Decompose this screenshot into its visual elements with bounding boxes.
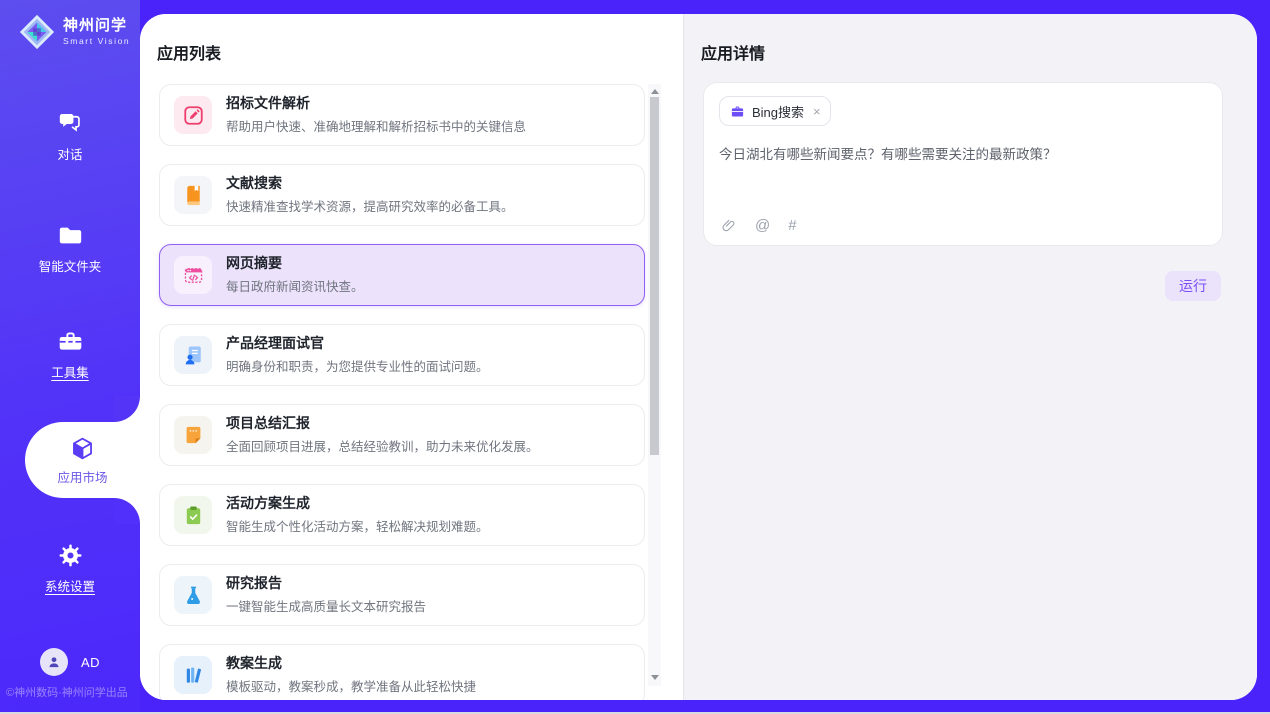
books-icon xyxy=(174,656,212,694)
app-desc: 全面回顾项目进展，总结经验教训，助力未来优化发展。 xyxy=(226,436,539,455)
attachment-icon[interactable] xyxy=(720,217,737,234)
sidebar-item-settings[interactable]: 系统设置 xyxy=(0,542,140,595)
user-name: AD xyxy=(81,655,100,670)
app-desc: 快速精准查找学术资源，提高研究效率的必备工具。 xyxy=(226,196,514,215)
flask-icon xyxy=(174,576,212,614)
app-card-literature-search[interactable]: 文献搜索 快速精准查找学术资源，提高研究效率的必备工具。 xyxy=(159,164,645,226)
app-card-event-plan[interactable]: 活动方案生成 智能生成个性化活动方案，轻松解决规划难题。 xyxy=(159,484,645,546)
scrollbar-down-arrow-icon[interactable] xyxy=(651,675,659,680)
logo-subtitle: Smart Vision xyxy=(63,36,130,46)
app-name: 活动方案生成 xyxy=(226,495,489,513)
query-text[interactable]: 今日湖北有哪些新闻要点？有哪些需要关注的最新政策？ xyxy=(719,143,1207,163)
app-list-panel: 应用列表 招标文件解析 帮助用户快速、准确地理解和解析招标书中的关键信息 xyxy=(140,14,683,700)
app-card-lesson-plan[interactable]: 教案生成 模板驱动，教案秒成，教学准备从此轻松快捷 xyxy=(159,644,645,700)
app-detail-panel: 应用详情 Bing搜索 × 今日湖北有哪些新闻要点？有哪些需要关注的最新政策？ … xyxy=(683,14,1257,700)
app-desc: 智能生成个性化活动方案，轻松解决规划难题。 xyxy=(226,516,489,535)
avatar xyxy=(40,648,68,676)
app-name: 教案生成 xyxy=(226,655,476,673)
composer-toolbar: @ # xyxy=(720,217,797,234)
tool-tag-bing-search[interactable]: Bing搜索 × xyxy=(719,96,831,126)
app-card-bid-parse[interactable]: 招标文件解析 帮助用户快速、准确地理解和解析招标书中的关键信息 xyxy=(159,84,645,146)
app-name: 网页摘要 xyxy=(226,255,364,273)
app-desc: 明确身份和职责，为您提供专业性的面试问题。 xyxy=(226,356,489,375)
sidebar-item-label: 工具集 xyxy=(51,362,89,381)
browser-code-icon xyxy=(174,256,212,294)
person-icon xyxy=(46,654,62,670)
bubble-curve-bottom xyxy=(114,498,140,524)
mention-icon[interactable]: @ xyxy=(755,217,770,234)
logo-text: 神州问学 Smart Vision xyxy=(63,18,130,47)
sidebar-item-chat[interactable]: 对话 xyxy=(0,110,140,163)
app-detail-title: 应用详情 xyxy=(701,40,765,64)
folder-icon xyxy=(57,222,84,249)
list-scrollbar[interactable] xyxy=(648,84,661,686)
prompt-composer[interactable]: Bing搜索 × 今日湖北有哪些新闻要点？有哪些需要关注的最新政策？ @ # xyxy=(703,82,1223,246)
note-icon xyxy=(174,416,212,454)
clipboard-check-icon xyxy=(174,496,212,534)
app-name: 文献搜索 xyxy=(226,175,514,193)
content-surface: 应用列表 招标文件解析 帮助用户快速、准确地理解和解析招标书中的关键信息 xyxy=(140,14,1257,700)
app-name: 招标文件解析 xyxy=(226,95,526,113)
chat-icon xyxy=(57,110,84,137)
edit-square-icon xyxy=(174,96,212,134)
interviewer-icon xyxy=(174,336,212,374)
user-account[interactable]: AD xyxy=(0,648,140,676)
sidebar-item-toolset[interactable]: 工具集 xyxy=(0,328,140,381)
tool-tag-remove-icon[interactable]: × xyxy=(813,104,821,119)
sidebar-item-label: 系统设置 xyxy=(45,576,95,595)
app-card-web-summary-selected[interactable]: 网页摘要 每日政府新闻资讯快查。 xyxy=(159,244,645,306)
hashtag-icon[interactable]: # xyxy=(788,217,796,234)
app-card-research-report[interactable]: 研究报告 一键智能生成高质量长文本研究报告 xyxy=(159,564,645,626)
gear-icon xyxy=(57,542,84,569)
app-cards: 招标文件解析 帮助用户快速、准确地理解和解析招标书中的关键信息 文献搜索 快速精… xyxy=(159,84,645,700)
sidebar-item-smart-folder[interactable]: 智能文件夹 xyxy=(0,222,140,275)
scrollbar-up-arrow-icon[interactable] xyxy=(651,89,659,94)
app-list-title: 应用列表 xyxy=(157,40,221,64)
logo-diamond-icon xyxy=(18,13,56,51)
sidebar-item-label: 应用市场 xyxy=(57,467,107,486)
book-icon xyxy=(174,176,212,214)
copyright-text: ©神州数码·神州问学出品 xyxy=(6,684,128,700)
app-name: 产品经理面试官 xyxy=(226,335,489,353)
sidebar-item-label: 对话 xyxy=(57,144,82,163)
sidebar: 神州问学 Smart Vision 对话 智能文件夹 工具集 xyxy=(0,0,140,712)
app-desc: 一键智能生成高质量长文本研究报告 xyxy=(226,596,426,615)
cube-icon xyxy=(69,435,96,462)
briefcase-icon xyxy=(730,104,745,119)
app-card-project-summary[interactable]: 项目总结汇报 全面回顾项目进展，总结经验教训，助力未来优化发展。 xyxy=(159,404,645,466)
app-card-pm-interviewer[interactable]: 产品经理面试官 明确身份和职责，为您提供专业性的面试问题。 xyxy=(159,324,645,386)
app-desc: 帮助用户快速、准确地理解和解析招标书中的关键信息 xyxy=(226,116,526,135)
app-desc: 每日政府新闻资讯快查。 xyxy=(226,276,364,295)
sidebar-item-label: 智能文件夹 xyxy=(39,256,102,275)
toolbox-icon xyxy=(57,328,84,355)
app-desc: 模板驱动，教案秒成，教学准备从此轻松快捷 xyxy=(226,676,476,695)
scrollbar-thumb[interactable] xyxy=(650,97,659,455)
app-name: 项目总结汇报 xyxy=(226,415,539,433)
tool-tag-label: Bing搜索 xyxy=(752,102,804,121)
app-logo: 神州问学 Smart Vision xyxy=(18,13,130,51)
app-name: 研究报告 xyxy=(226,575,426,593)
run-button[interactable]: 运行 xyxy=(1165,271,1221,301)
logo-title: 神州问学 xyxy=(63,18,130,35)
sidebar-item-app-market-active[interactable]: 应用市场 xyxy=(25,422,140,498)
bubble-curve-top xyxy=(114,396,140,422)
